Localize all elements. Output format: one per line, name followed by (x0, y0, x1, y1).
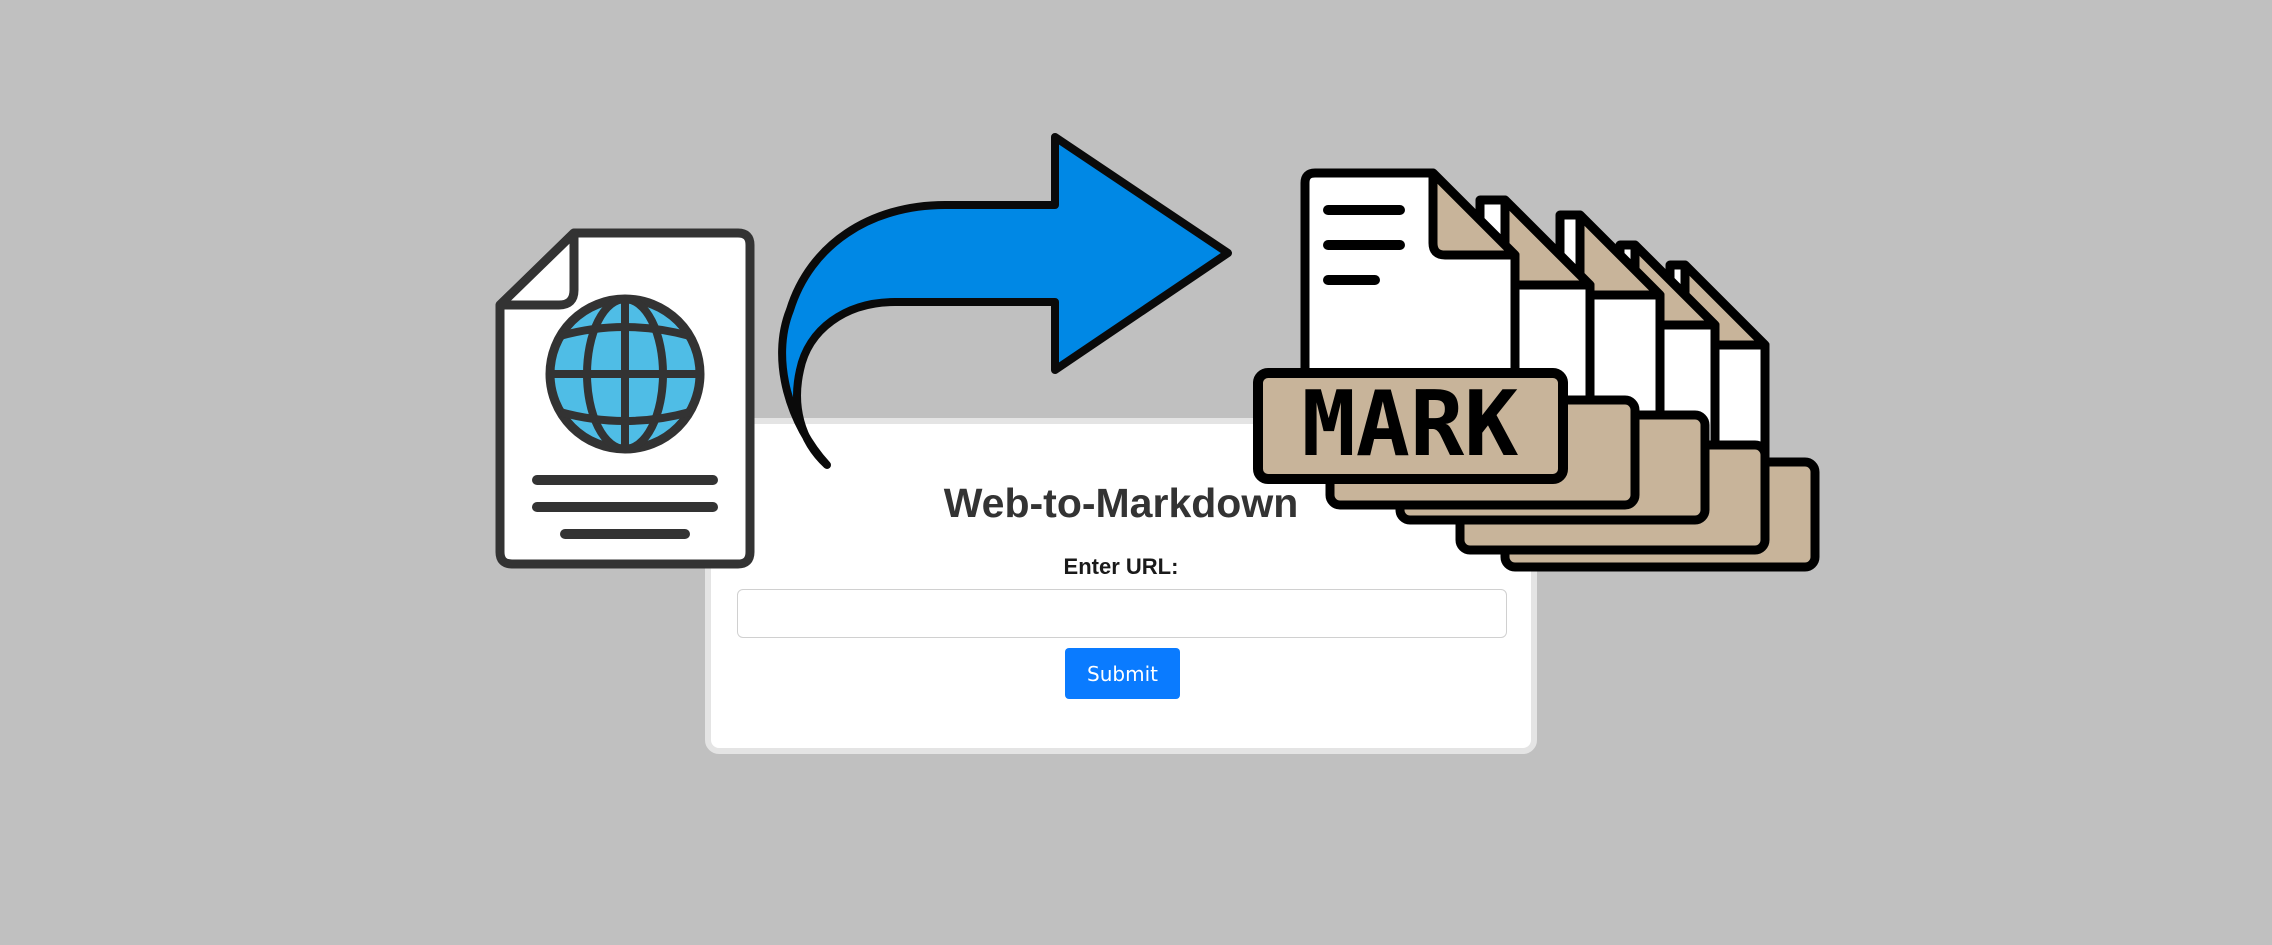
curved-arrow-right-icon (778, 133, 1232, 469)
page-title: Web-to-Markdown (943, 480, 1299, 526)
url-label: Enter URL: (1063, 554, 1179, 579)
page: Web-to-Markdown Enter URL: Submit MARK (0, 0, 2272, 945)
url-form-card: Web-to-Markdown Enter URL: Submit (705, 418, 1537, 754)
submit-button[interactable]: Submit (1065, 648, 1180, 699)
globe-icon (545, 294, 705, 454)
url-input[interactable] (737, 589, 1507, 638)
